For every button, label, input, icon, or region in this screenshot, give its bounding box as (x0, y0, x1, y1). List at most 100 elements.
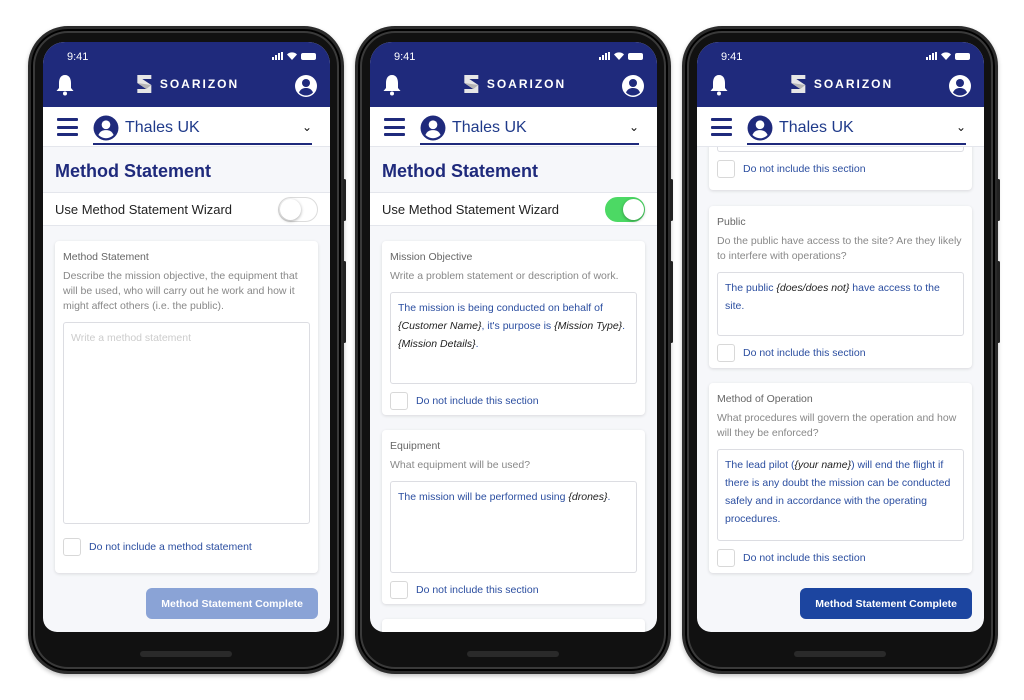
soarizon-logo-icon (136, 75, 151, 93)
wizard-label: Use Method Statement Wizard (55, 202, 233, 217)
template-text: . (622, 320, 626, 332)
brand-logo: SOARIZON (461, 73, 566, 95)
power-button (997, 179, 1000, 221)
signal-icon (599, 52, 610, 60)
section-card-mission-objective: Mission Objective Write a problem statem… (382, 241, 645, 415)
status-bar: 9:41 (67, 51, 316, 63)
template-text: The mission will be performed using (398, 491, 569, 503)
status-time: 9:41 (721, 51, 743, 63)
input-placeholder: Write a method statement (71, 332, 192, 344)
home-indicator (467, 651, 559, 657)
exclude-checkbox[interactable] (717, 549, 735, 567)
home-indicator (140, 651, 232, 657)
phone-frame-2: 9:41 SOARIZON Thales UK ⌄ Method Stateme… (355, 26, 673, 674)
volume-button (997, 261, 1000, 343)
page-title: Method Statement (55, 161, 212, 181)
wizard-row: Use Method Statement Wizard (43, 192, 330, 226)
exclude-checkbox[interactable] (390, 581, 408, 599)
exclude-checkbox[interactable] (390, 392, 408, 410)
section-card-method-of-operation: Method of Operation What procedures will… (709, 383, 972, 573)
power-button (670, 179, 673, 221)
bell-icon[interactable] (55, 74, 75, 96)
battery-icon (628, 52, 643, 60)
user-profile-icon[interactable] (294, 74, 318, 98)
template-text: The mission is being conducted on behalf… (398, 302, 603, 314)
exclude-checkbox[interactable] (717, 160, 735, 178)
app-header: 9:41 SOARIZON (370, 42, 657, 107)
soarizon-logo-icon (790, 75, 805, 93)
section-card-next (382, 619, 645, 632)
section-title: Equipment (390, 440, 441, 452)
wifi-icon (287, 52, 297, 60)
app-header: 9:41 SOARIZON (43, 42, 330, 107)
menu-icon[interactable] (384, 118, 405, 136)
phone-frame-1: 9:41 SOARIZON Thales UK ⌄ Method Stateme… (28, 26, 346, 674)
exclude-checkbox[interactable] (63, 538, 81, 556)
screen-1: 9:41 SOARIZON Thales UK ⌄ Method Stateme… (43, 42, 330, 632)
organization-avatar-icon (420, 115, 446, 141)
template-variable: {Mission Details} (398, 338, 476, 350)
menu-icon[interactable] (711, 118, 732, 136)
organization-avatar-icon (93, 115, 119, 141)
method-statement-card: Method Statement Describe the mission ob… (55, 241, 318, 573)
status-bar: 9:41 (394, 51, 643, 63)
organization-select[interactable]: Thales UK ⌄ (93, 111, 312, 145)
org-bar: Thales UK ⌄ (370, 107, 657, 147)
section-textbox[interactable]: The mission will be performed using {dro… (390, 481, 637, 573)
method-statement-input[interactable]: Write a method statement (63, 322, 310, 524)
power-button (343, 179, 346, 221)
volume-button (670, 261, 673, 343)
signal-icon (272, 52, 283, 60)
section-textbox[interactable] (717, 147, 964, 152)
template-variable: {does/does not} (776, 282, 850, 294)
org-bar: Thales UK ⌄ (697, 107, 984, 147)
template-variable: {drones} (568, 491, 608, 503)
user-profile-icon[interactable] (621, 74, 645, 98)
organization-avatar-icon (747, 115, 773, 141)
section-textbox[interactable]: The lead pilot ({your name}) will end th… (717, 449, 964, 541)
exclude-checkbox[interactable] (717, 344, 735, 362)
organization-select[interactable]: Thales UK ⌄ (420, 111, 639, 145)
chevron-down-icon: ⌄ (301, 120, 312, 134)
app-header: 9:41 SOARIZON (697, 42, 984, 107)
organization-name: Thales UK (452, 119, 527, 136)
screen-3: 9:41 SOARIZON Thales UK ⌄ Do not include… (697, 42, 984, 632)
section-description: Write a problem statement or description… (390, 270, 619, 282)
template-text: The public (725, 282, 777, 294)
page-title: Method Statement (382, 161, 539, 181)
wizard-toggle[interactable] (605, 197, 645, 222)
organization-select[interactable]: Thales UK ⌄ (747, 111, 966, 145)
complete-button[interactable]: Method Statement Complete (146, 588, 318, 619)
soarizon-logo-icon (463, 75, 478, 93)
template-text: The lead pilot ( (725, 459, 795, 471)
exclude-label[interactable]: Do not include this section (743, 347, 866, 359)
exclude-label[interactable]: Do not include this section (743, 552, 866, 564)
bell-icon[interactable] (382, 74, 402, 96)
wizard-toggle[interactable] (278, 197, 318, 222)
menu-icon[interactable] (57, 118, 78, 136)
section-card-previous: Do not include this section (709, 147, 972, 190)
section-textbox[interactable]: The public {does/does not} have access t… (717, 272, 964, 336)
wizard-row: Use Method Statement Wizard (370, 192, 657, 226)
section-description: What procedures will govern the operatio… (717, 412, 957, 439)
wizard-label: Use Method Statement Wizard (382, 202, 560, 217)
status-bar: 9:41 (721, 51, 970, 63)
template-text: . (475, 338, 479, 350)
section-title: Method of Operation (717, 393, 813, 405)
chevron-down-icon: ⌄ (955, 120, 966, 134)
section-textbox[interactable]: The mission is being conducted on behalf… (390, 292, 637, 384)
organization-name: Thales UK (125, 119, 200, 136)
user-profile-icon[interactable] (948, 74, 972, 98)
section-title: Mission Objective (390, 251, 473, 263)
exclude-label[interactable]: Do not include a method statement (89, 541, 252, 553)
exclude-label[interactable]: Do not include this section (743, 163, 866, 175)
brand-logo: SOARIZON (134, 73, 239, 95)
section-card-public: Public Do the public have access to the … (709, 206, 972, 368)
exclude-label[interactable]: Do not include this section (416, 584, 539, 596)
bell-icon[interactable] (709, 74, 729, 96)
complete-button[interactable]: Method Statement Complete (800, 588, 972, 619)
status-time: 9:41 (394, 51, 416, 63)
wifi-icon (614, 52, 624, 60)
volume-button (343, 261, 346, 343)
exclude-label[interactable]: Do not include this section (416, 395, 539, 407)
